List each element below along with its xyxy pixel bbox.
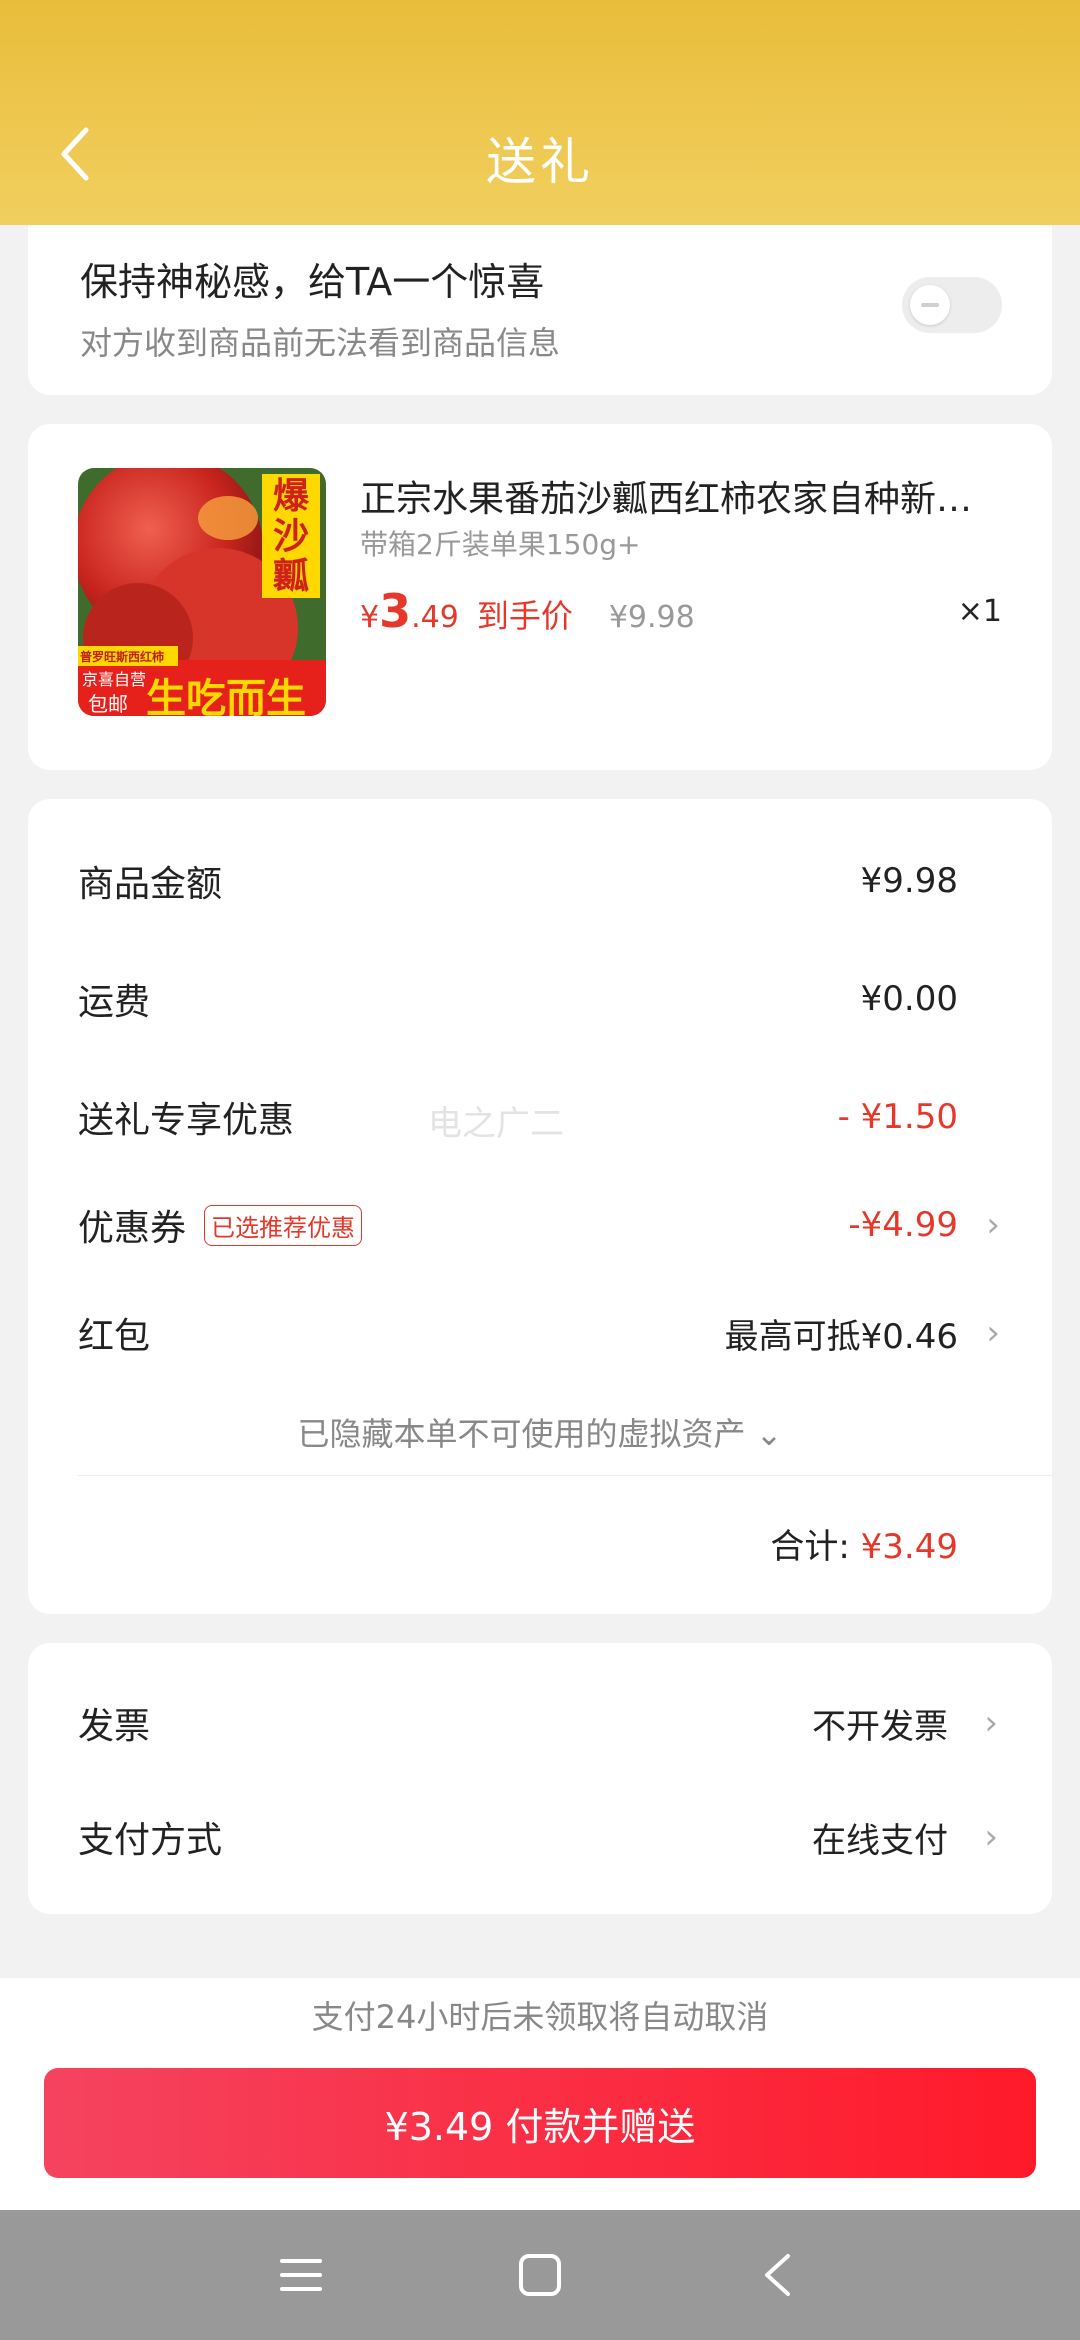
total-row: 合计: ¥3.49 [770, 1519, 958, 1568]
product-spec: 带箱2斤装单果150g+ [360, 528, 641, 561]
chevron-right-icon: › [986, 1313, 1000, 1353]
payment-method-value: 在线支付 [812, 1820, 948, 1861]
invoice-row[interactable]: 发票 不开发票 › [78, 1693, 998, 1753]
home-nav-button[interactable] [505, 2240, 575, 2310]
price-decimal: .49 [411, 600, 459, 635]
surprise-description: 对方收到商品前无法看到商品信息 [80, 324, 561, 362]
goods-amount-row: 商品金额 ¥9.98 [78, 851, 958, 911]
shipping-label: 运费 [78, 982, 151, 1023]
menu-nav-button[interactable] [266, 2240, 336, 2310]
price-integer: 3 [379, 584, 412, 638]
product-name[interactable]: 正宗水果番茄沙瓤西红柿农家自种新… [360, 470, 990, 522]
price-symbol: ¥ [360, 600, 380, 635]
product-image[interactable]: 爆 沙 瓤 普罗旺斯西红柿 京喜自营 包邮 生吃而生 [78, 468, 326, 716]
image-slogan: 生吃而生 [146, 675, 306, 716]
system-navigation-bar [0, 2210, 1080, 2340]
gift-discount-label: 送礼专享优惠 [78, 1100, 295, 1141]
goods-amount-value: ¥9.98 [860, 861, 958, 901]
menu-icon [280, 2259, 322, 2291]
image-text-3: 瓤 [272, 555, 309, 597]
page-title: 送礼 [486, 133, 594, 191]
pay-and-gift-button[interactable]: ¥3.49 付款并赠送 [44, 2068, 1036, 2178]
back-nav-button[interactable] [742, 2240, 812, 2310]
original-price: ¥9.98 [608, 600, 695, 635]
invoice-label: 发票 [78, 1706, 151, 1747]
quantity: ×1 [957, 594, 1002, 629]
toggle-knob [910, 285, 950, 325]
image-small-text-1: 普罗旺斯西红柿 [80, 650, 165, 664]
price-row: ¥ 3 .49 到手价 ¥9.98 [360, 584, 695, 638]
total-value: ¥3.49 [860, 1527, 958, 1567]
shipping-value: ¥0.00 [860, 979, 958, 1019]
price-tag: 到手价 [476, 597, 573, 635]
image-small-text-3: 包邮 [88, 692, 128, 716]
watermark: 电之广二 [428, 1104, 564, 1144]
divider [78, 1475, 1052, 1476]
invoice-payment-card: 发票 不开发票 › 支付方式 在线支付 › [28, 1643, 1052, 1914]
chevron-right-icon: › [986, 1205, 1000, 1245]
image-text-2: 沙 [272, 515, 309, 557]
chevron-right-icon: › [984, 1703, 998, 1743]
redpacket-label: 红包 [78, 1316, 151, 1357]
back-triangle-icon [765, 2254, 790, 2296]
chevron-right-icon: › [984, 1817, 998, 1857]
goods-amount-label: 商品金额 [78, 864, 223, 905]
invoice-value: 不开发票 [812, 1706, 948, 1747]
coupon-row[interactable]: 优惠券 已选推荐优惠 -¥4.99 › [78, 1195, 1000, 1255]
surprise-card: 保持神秘感，给TA一个惊喜 对方收到商品前无法看到商品信息 [28, 225, 1052, 395]
order-summary-card: 商品金额 ¥9.98 运费 ¥0.00 送礼专享优惠 - ¥1.50 优惠券 已… [28, 799, 1052, 1614]
payment-method-label: 支付方式 [78, 1820, 223, 1861]
total-label: 合计: [770, 1527, 861, 1567]
coupon-label-wrap: 优惠券 已选推荐优惠 [78, 1199, 363, 1251]
image-small-text-2: 京喜自营 [82, 670, 147, 689]
payment-method-row[interactable]: 支付方式 在线支付 › [78, 1807, 998, 1867]
product-card[interactable]: 爆 沙 瓤 普罗旺斯西红柿 京喜自营 包邮 生吃而生 正宗水果番茄沙瓤西红柿农家… [28, 424, 1052, 770]
coupon-badge: 已选推荐优惠 [204, 1204, 363, 1246]
gift-discount-value: - ¥1.50 [837, 1097, 958, 1137]
surprise-title: 保持神秘感，给TA一个惊喜 [80, 260, 545, 304]
image-text-1: 爆 [272, 475, 309, 517]
hidden-assets-toggle[interactable]: 已隐藏本单不可使用的虚拟资产 ⌄ [28, 1409, 1052, 1455]
home-square-icon [519, 2254, 561, 2296]
coupon-value: -¥4.99 [848, 1205, 958, 1245]
coupon-label: 优惠券 [78, 1208, 187, 1249]
redpacket-row[interactable]: 红包 最高可抵¥0.46 › [78, 1303, 1000, 1363]
cancel-notice: 支付24小时后未领取将自动取消 [0, 1978, 1080, 2056]
shipping-row: 运费 ¥0.00 [78, 969, 958, 1029]
bottom-action-area: ¥3.49 付款并赠送 [0, 2056, 1080, 2210]
header-bar: 送礼 [0, 0, 1080, 225]
surprise-toggle[interactable] [902, 277, 1002, 333]
redpacket-value: 最高可抵¥0.46 [724, 1316, 958, 1357]
